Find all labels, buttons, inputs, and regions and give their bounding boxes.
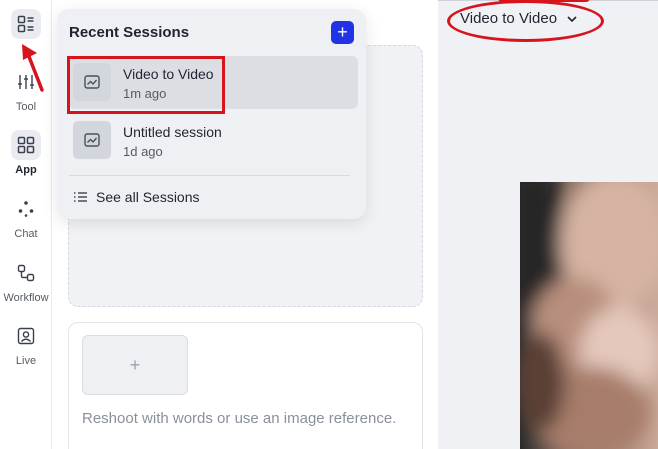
sidebar-item-workflow[interactable]: Workflow [0, 258, 52, 304]
sidebar-item-label: Chat [14, 228, 38, 240]
sidebar-item-label: Live [15, 355, 37, 367]
popover-title: Recent Sessions [69, 24, 190, 41]
sidebar-item-live[interactable]: Live [0, 321, 52, 367]
annotation-oval [447, 0, 604, 42]
person-frame-icon [11, 321, 41, 351]
sidebar-item-label: App [15, 164, 37, 176]
sidebar-item-label: Workflow [3, 292, 49, 304]
new-session-button[interactable]: + [331, 21, 354, 44]
session-name: Untitled session [123, 124, 222, 140]
prompt-card: + Reshoot with words or use an image ref… [68, 322, 423, 449]
video-preview [520, 182, 658, 449]
plus-icon: + [129, 354, 141, 375]
session-item[interactable]: Untitled session 1d ago [69, 114, 358, 167]
see-all-sessions-link[interactable]: See all Sessions [73, 189, 200, 205]
sidebar-item-chat[interactable]: Chat [0, 194, 52, 240]
sidebar-item-app[interactable]: App [0, 130, 52, 176]
annotation-arrow [22, 44, 44, 92]
annotation-highlight-box [67, 56, 225, 114]
sessions-list-icon [11, 9, 41, 39]
sidebar-item-sessions[interactable] [0, 9, 52, 39]
prompt-input[interactable]: Reshoot with words or use an image refer… [82, 410, 396, 427]
see-all-label: See all Sessions [96, 189, 200, 205]
image-icon [84, 133, 100, 147]
divider [69, 175, 350, 176]
sidebar-item-label: Tool [15, 101, 37, 113]
recent-sessions-popover: Recent Sessions + Video to Video 1m ago … [57, 9, 366, 219]
add-reference-button[interactable]: + [82, 335, 188, 395]
workflow-icon [11, 258, 41, 288]
dots-icon [11, 194, 41, 224]
list-icon [74, 192, 87, 202]
grid-icon [11, 130, 41, 160]
session-thumbnail [73, 121, 111, 159]
session-time: 1d ago [123, 144, 163, 159]
